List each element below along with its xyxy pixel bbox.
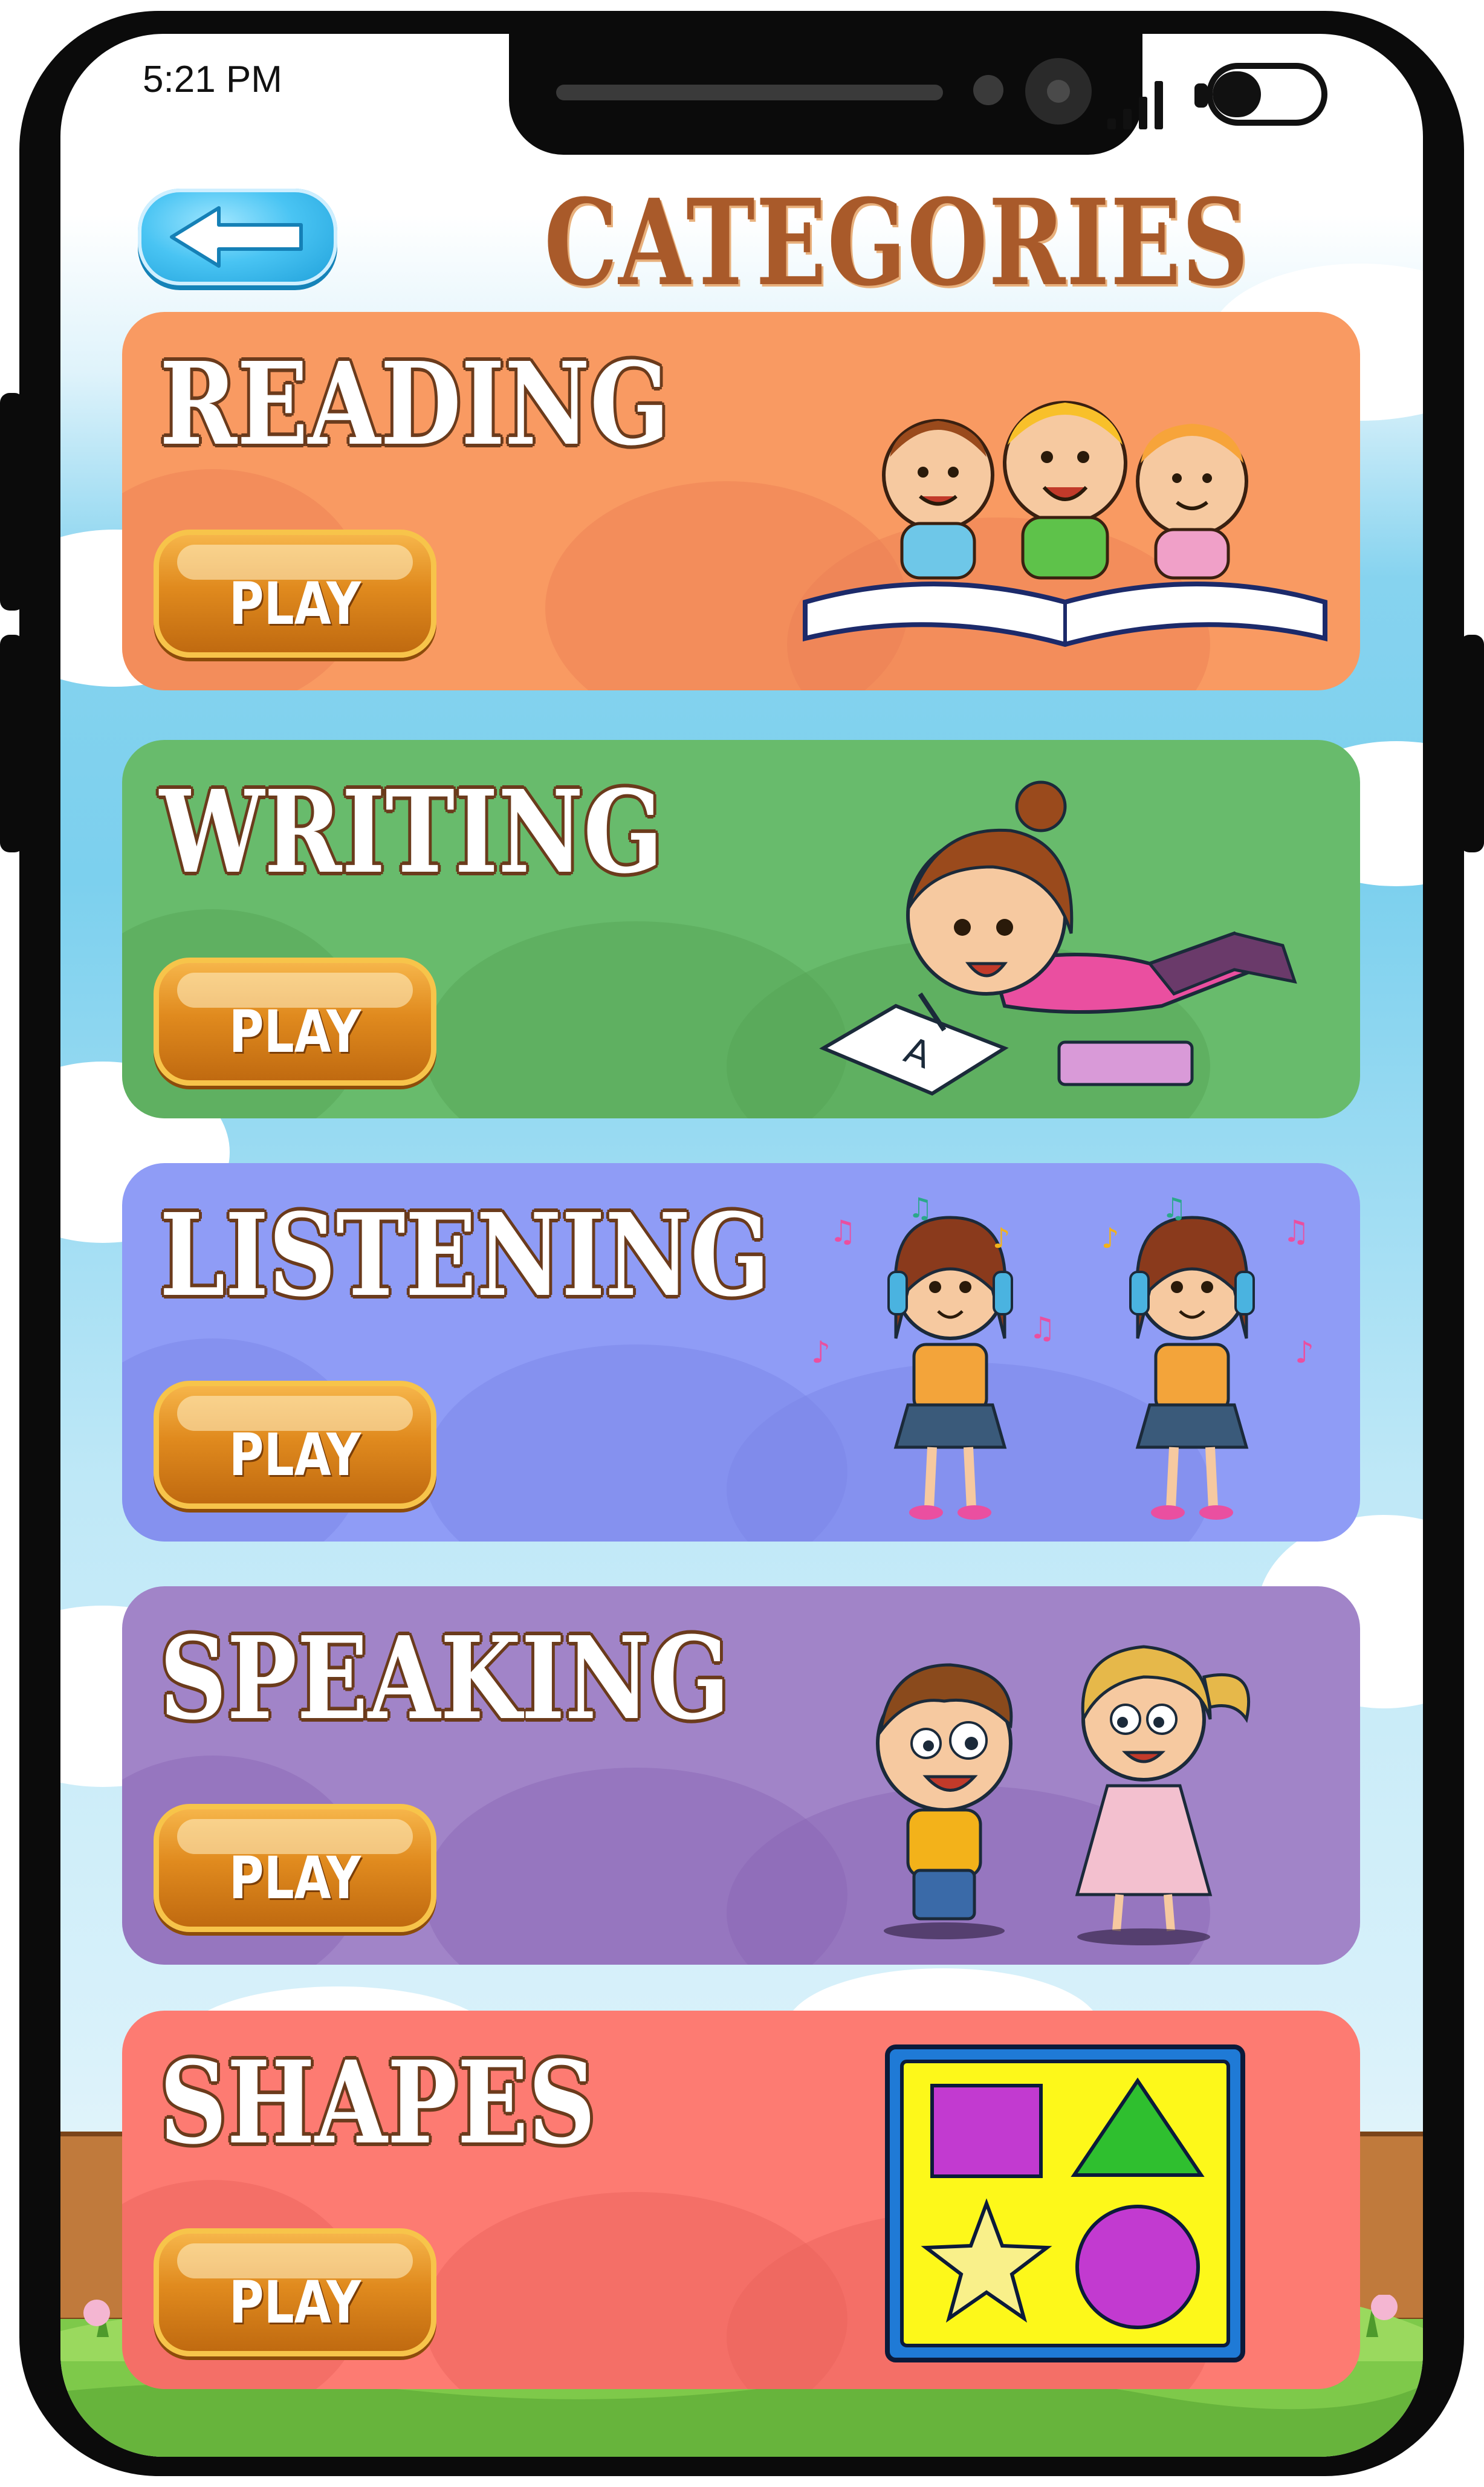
camera-notch [509, 34, 1142, 155]
page-title: CATEGORIES [544, 173, 1250, 313]
battery-icon [1194, 63, 1340, 129]
app-screen: 5:21 PM CATEGORIES READING PLAY WRITING … [60, 34, 1423, 2457]
children-reading-book-illustration [803, 401, 1327, 647]
girl-writing-illustration: A [819, 780, 1297, 1096]
svg-text:♪: ♪ [1101, 1222, 1119, 1254]
left-arrow-icon [170, 206, 303, 268]
fence-post [1354, 2132, 1423, 2323]
category-title: SPEAKING [160, 1612, 730, 1745]
status-time: 5:21 PM [143, 59, 282, 100]
play-button-label: PLAY [228, 998, 361, 1066]
signal-bars-icon [1107, 77, 1174, 129]
side-button-left-lower [0, 635, 24, 852]
svg-text:♫: ♫ [1162, 1192, 1187, 1224]
svg-text:♪: ♪ [993, 1222, 1010, 1254]
svg-text:♫: ♫ [1029, 1311, 1056, 1346]
svg-text:♫: ♫ [908, 1192, 933, 1224]
play-button[interactable]: PLAY [154, 1804, 436, 1932]
play-button-label: PLAY [228, 570, 361, 638]
category-title: SHAPES [160, 2036, 596, 2170]
play-button[interactable]: PLAY [154, 2228, 436, 2356]
play-button[interactable]: PLAY [154, 958, 436, 1086]
svg-text:♪: ♪ [811, 1335, 831, 1370]
front-camera [1025, 58, 1092, 125]
speaker-grille [556, 85, 943, 100]
play-button-label: PLAY [228, 1421, 361, 1489]
category-title: READING [160, 337, 670, 471]
category-title: WRITING [160, 765, 663, 899]
play-button[interactable]: PLAY [154, 1381, 436, 1509]
category-card-reading[interactable]: READING PLAY [122, 312, 1360, 690]
play-button[interactable]: PLAY [154, 530, 436, 658]
girls-listening-music-illustration: ♫ ♫ ♫ ♪ ♪ ♫ ♫ ♪ ♪ [811, 1192, 1314, 1532]
category-card-writing[interactable]: WRITING PLAY A [122, 740, 1360, 1118]
svg-text:♫: ♫ [1283, 1214, 1310, 1249]
category-card-speaking[interactable]: SPEAKING PLAY [122, 1586, 1360, 1965]
shape-sorter-illustration [885, 2044, 1245, 2362]
svg-text:♪: ♪ [1295, 1335, 1314, 1370]
play-button-label: PLAY [228, 2269, 361, 2336]
sensor-dot [973, 75, 1003, 105]
side-button-left [0, 393, 24, 611]
side-button-right [1460, 635, 1484, 852]
fence-post [60, 2132, 131, 2323]
back-button[interactable] [138, 189, 337, 285]
kids-speaking-illustration [876, 1645, 1251, 1945]
category-card-shapes[interactable]: SHAPES PLAY [122, 2011, 1360, 2389]
category-title: LISTENING [160, 1188, 770, 1322]
play-button-label: PLAY [228, 1844, 361, 1912]
svg-text:♫: ♫ [829, 1214, 857, 1249]
category-card-listening[interactable]: LISTENING PLAY ♫ ♫ ♫ ♪ ♪ ♫ ♫ ♪ ♪ [122, 1163, 1360, 1542]
